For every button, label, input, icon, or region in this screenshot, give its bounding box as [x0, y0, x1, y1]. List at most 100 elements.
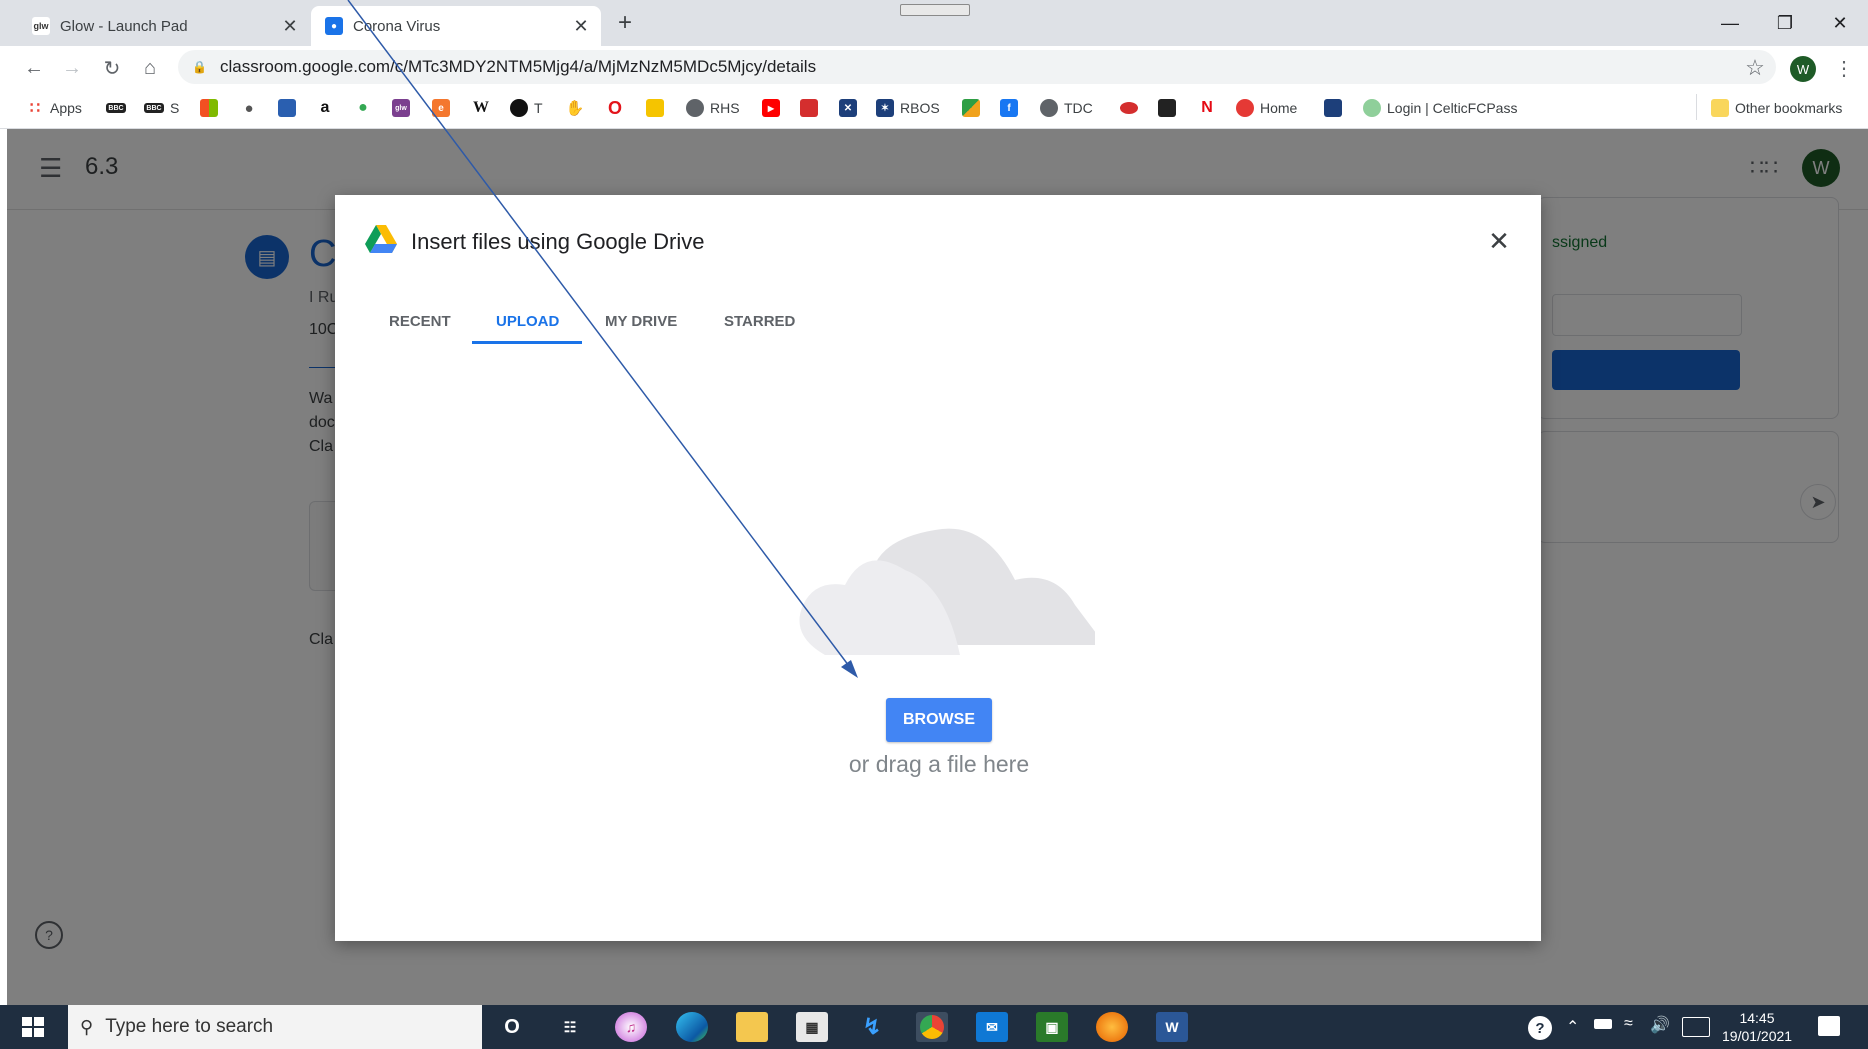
bookmark-bbc-sport[interactable]: BBC S — [144, 96, 179, 120]
close-window-button[interactable]: ✕ — [1817, 8, 1863, 38]
microsoft-icon — [200, 99, 218, 117]
firefox-icon[interactable] — [1096, 1012, 1128, 1042]
bookmark-label: S — [170, 100, 180, 116]
bookmarks-bar: ∷ Apps BBC BBC S ● a ● glw e W T ✋ O RHS ▶… — [0, 88, 1868, 129]
bookmark-netflix[interactable]: N — [1198, 96, 1222, 120]
bookmark-t[interactable]: T — [510, 96, 543, 120]
tab-recent[interactable]: RECENT — [389, 303, 451, 339]
bookmark-label: Other bookmarks — [1735, 100, 1843, 116]
bookmark-e[interactable]: e — [432, 96, 456, 120]
bookmark-apps[interactable]: ∷ Apps — [26, 96, 82, 120]
bookmark-shopping[interactable] — [278, 96, 302, 120]
flag-icon — [962, 99, 980, 117]
bookmark-blue-square[interactable] — [1324, 96, 1348, 120]
windows-start-icon[interactable] — [22, 1017, 44, 1037]
clock[interactable]: 14:45 19/01/2021 — [1722, 1009, 1792, 1045]
new-tab-button[interactable]: + — [612, 9, 638, 36]
chevron-up-icon[interactable]: ⌃ — [1566, 1017, 1579, 1037]
close-tab-icon[interactable]: ✕ — [569, 14, 593, 38]
edge-icon[interactable] — [676, 1012, 708, 1042]
google-drive-icon — [365, 225, 397, 253]
bookmark-rbos[interactable]: ✶ RBOS — [876, 96, 940, 120]
minimize-button[interactable]: — — [1707, 8, 1753, 38]
globe-icon — [1040, 99, 1058, 117]
forward-arrow-icon[interactable]: → — [58, 54, 86, 82]
tab-my-drive[interactable]: MY DRIVE — [605, 303, 677, 339]
clock-date: 19/01/2021 — [1722, 1028, 1793, 1044]
bookmark-label: T — [534, 100, 543, 116]
bookmark-label: Home — [1260, 100, 1298, 116]
bolt-icon[interactable]: ↯ — [856, 1012, 888, 1042]
bookmark-red-box[interactable] — [800, 96, 824, 120]
bookmark-maps[interactable]: ● — [354, 96, 378, 120]
bookmark-dark-square[interactable] — [1158, 96, 1182, 120]
browse-button[interactable]: BROWSE — [886, 698, 992, 742]
bookmark-tdc[interactable]: TDC — [1040, 96, 1093, 120]
bookmark-glow[interactable]: glw — [392, 96, 416, 120]
chrome-icon[interactable] — [916, 1012, 948, 1042]
bookmark-yellow[interactable] — [646, 96, 670, 120]
store-icon[interactable]: ▦ — [796, 1012, 828, 1042]
bookmark-facebook[interactable]: f — [1000, 96, 1024, 120]
rbos-icon: ✶ — [876, 99, 894, 117]
dark-square-icon — [1158, 99, 1176, 117]
bookmark-amazon[interactable]: a — [316, 96, 340, 120]
bookmark-flag[interactable] — [962, 96, 986, 120]
monitor-app-icon[interactable]: ▣ — [1036, 1012, 1068, 1042]
home-icon[interactable]: ⌂ — [136, 54, 164, 82]
bookmark-label: RBOS — [900, 100, 940, 116]
profile-avatar[interactable]: W — [1790, 56, 1816, 82]
tab-upload[interactable]: UPLOAD — [496, 303, 559, 339]
tab-glow-launch-pad[interactable]: glw Glow - Launch Pad ✕ — [18, 6, 310, 46]
taskbar-search[interactable]: ⚲ Type here to search — [68, 1005, 482, 1049]
bookmark-home[interactable]: Home — [1236, 96, 1297, 120]
bookmark-bbc[interactable]: BBC — [106, 96, 132, 120]
reload-icon[interactable]: ↻ — [98, 54, 126, 82]
bookmark-opera[interactable]: O — [606, 96, 630, 120]
bookmark-rhs[interactable]: RHS — [686, 96, 740, 120]
word-icon[interactable]: W — [1156, 1012, 1188, 1042]
e-icon: e — [432, 99, 450, 117]
battery-icon[interactable] — [1594, 1019, 1612, 1029]
bookmark-microsoft[interactable] — [200, 96, 224, 120]
browser-tab-strip: glw Glow - Launch Pad ✕ ● Corona Virus ✕… — [0, 0, 1868, 46]
bookmark-apple[interactable]: ● — [240, 96, 264, 120]
address-bar[interactable]: 🔒 classroom.google.com/c/MTc3MDY2NTM5Mjg… — [178, 50, 1776, 84]
dialog-title: Insert files using Google Drive — [411, 229, 705, 254]
back-arrow-icon[interactable]: ← — [20, 54, 48, 82]
bookmark-wikipedia[interactable]: W — [472, 96, 496, 120]
browser-toolbar: ← → ↻ ⌂ 🔒 classroom.google.com/c/MTc3MDY… — [0, 46, 1868, 88]
notifications-icon[interactable] — [1818, 1016, 1840, 1036]
wifi-icon[interactable]: ≈ — [1624, 1015, 1633, 1033]
itunes-icon[interactable]: ♫ — [615, 1012, 647, 1042]
search-placeholder: Type here to search — [105, 1016, 274, 1037]
bookmark-other[interactable]: Other bookmarks — [1711, 96, 1842, 120]
volume-icon[interactable]: 🔊 — [1650, 1015, 1670, 1035]
bookmark-star-icon[interactable]: ☆ — [1741, 54, 1769, 82]
tab-starred[interactable]: STARRED — [724, 303, 795, 339]
lock-icon: 🔒 — [192, 60, 207, 74]
bookmark-red-oval[interactable] — [1120, 96, 1144, 120]
glow-icon: glw — [392, 99, 410, 117]
keyboard-icon[interactable] — [1682, 1017, 1710, 1037]
shopping-bag-icon — [278, 99, 296, 117]
file-explorer-icon[interactable] — [736, 1012, 768, 1042]
mail-icon[interactable]: ✉ — [976, 1012, 1008, 1042]
window-drag-handle[interactable] — [900, 4, 970, 16]
help-tray-icon[interactable]: ? — [1528, 1016, 1552, 1040]
bookmark-celtic[interactable]: Login | CelticFCPass — [1363, 96, 1517, 120]
bookmark-label: Login | CelticFCPass — [1387, 100, 1518, 116]
yellow-icon — [646, 99, 664, 117]
windows-taskbar: ⚲ Type here to search O ☷ ♫ ▦ ↯ ✉ ▣ W ? … — [0, 1005, 1868, 1049]
menu-kebab-icon[interactable]: ⋮ — [1830, 54, 1858, 82]
bookmark-hand[interactable]: ✋ — [566, 96, 590, 120]
bookmark-youtube[interactable]: ▶ — [762, 96, 786, 120]
restore-button[interactable]: ❐ — [1762, 8, 1808, 38]
close-dialog-button[interactable]: ✕ — [1483, 225, 1515, 257]
bbc-icon: BBC — [106, 103, 126, 113]
bookmark-blue-cross[interactable]: ✕ — [839, 96, 863, 120]
cortana-icon[interactable]: O — [496, 1012, 528, 1042]
tab-corona-virus[interactable]: ● Corona Virus ✕ — [311, 6, 601, 46]
task-view-icon[interactable]: ☷ — [554, 1012, 586, 1042]
close-tab-icon[interactable]: ✕ — [278, 14, 302, 38]
